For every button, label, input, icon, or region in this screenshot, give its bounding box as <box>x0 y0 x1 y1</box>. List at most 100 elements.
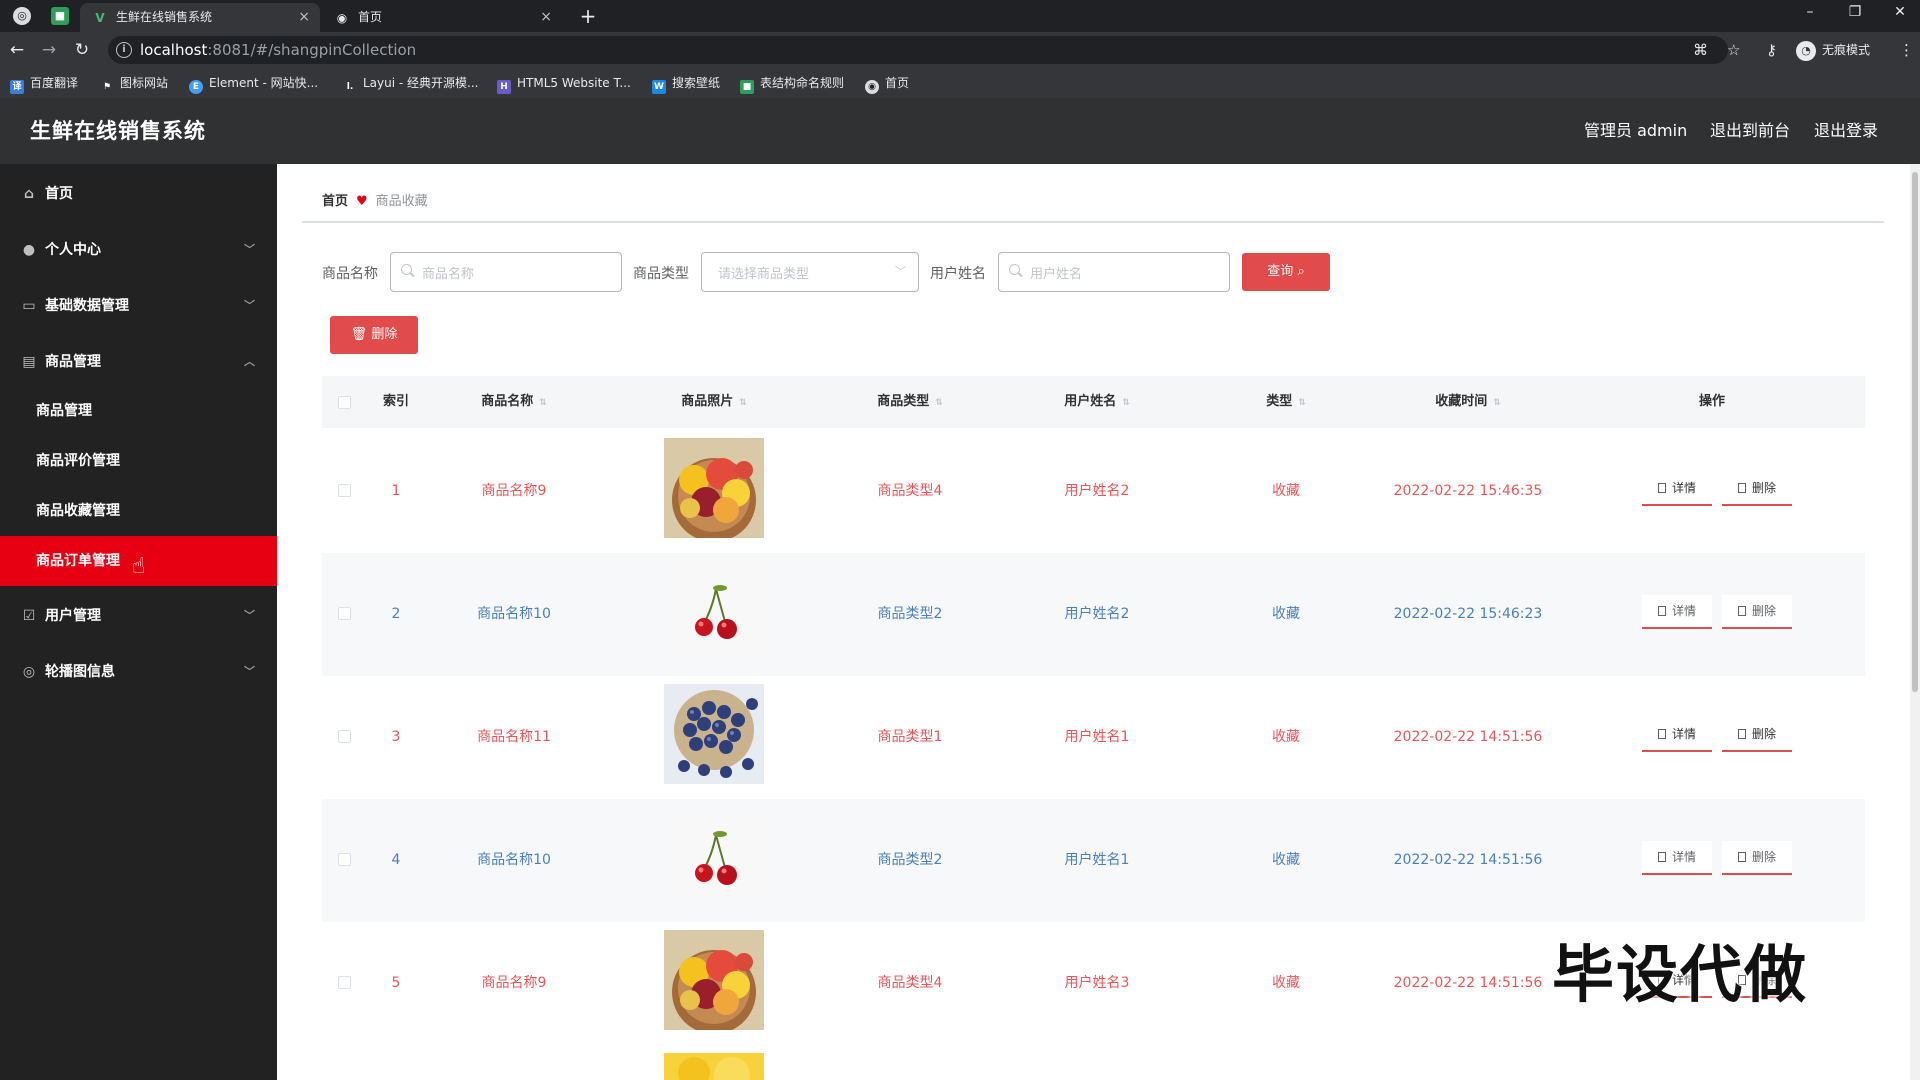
sidebar-item-basic-data[interactable]: ▭ 基础数据管理 ﹀ <box>0 278 277 334</box>
address-bar[interactable]: i localhost:8081/#/shangpinCollection <box>108 36 1728 64</box>
col-label: 商品照片 <box>681 394 734 409</box>
detail-button[interactable]: 详情 <box>1642 841 1712 875</box>
table-row: 3 商品名称11 商品类型1 用户姓名1 收藏 2022-02-22 14:51:56 详情… <box>322 676 1865 799</box>
col-type[interactable]: 商品类型 ⇅ <box>877 376 943 429</box>
row-checkbox[interactable] <box>338 853 351 866</box>
bookmark-item[interactable]: E Element - 网站快... <box>189 74 318 94</box>
bookmark-item[interactable]: H HTML5 Website T... <box>497 74 631 94</box>
breadcrumb-home[interactable]: 首页 <box>322 194 348 209</box>
site-info-icon[interactable]: i <box>116 42 132 58</box>
sidebar-item-goods[interactable]: ▤ 商品管理 ︿ <box>0 334 277 390</box>
sidebar-sub-goods-manage[interactable]: 商品管理 <box>0 386 277 436</box>
browser-tab-strip: ◎ ■ V 生鲜在线销售系统 × ◉ 首页 × + – ❐ ✕ <box>0 0 1920 32</box>
bookmark-item[interactable]: W 搜索壁纸 <box>652 74 720 94</box>
close-icon[interactable]: × <box>540 3 552 32</box>
delete-button-label: 删除 <box>371 327 398 342</box>
row-delete-button[interactable]: 删除 <box>1722 472 1792 506</box>
user-search-input[interactable]: 用户姓名 <box>998 252 1230 292</box>
url-text: localhost:8081/#/shangpinCollection <box>140 41 416 59</box>
cell-time: 2022-02-22 14:51:56 <box>1393 729 1543 745</box>
restore-icon[interactable]: ❐ <box>1843 4 1867 20</box>
batch-delete-button[interactable]: 🗑 删除 <box>330 316 418 354</box>
row-delete-button[interactable]: 删除 <box>1722 718 1792 752</box>
col-user[interactable]: 用户姓名 ⇅ <box>1064 376 1130 429</box>
reload-icon[interactable]: ↻ <box>71 39 93 61</box>
col-label: 操作 <box>1698 394 1726 409</box>
table-header: 索引 商品名称 ⇅ 商品照片 ⇅ 商品类型 ⇅ 用户姓名 ⇅ 类型 ⇅ 收藏时间 ⇅ 操作 <box>322 376 1865 428</box>
translate-icon[interactable]: ⌘ <box>1693 40 1708 60</box>
tab-title: 首页 <box>358 10 383 24</box>
more-menu-icon[interactable]: ⋮ <box>1899 40 1914 60</box>
detail-button[interactable]: 详情 <box>1642 472 1712 506</box>
sidebar-item-label: 商品管理 <box>45 354 101 370</box>
sort-icon[interactable]: ⇅ <box>1493 398 1501 408</box>
row-delete-button[interactable]: 删除 <box>1722 841 1792 875</box>
cell-kind: 收藏 <box>1272 729 1300 745</box>
bookmark-item[interactable]: ⚑ 图标网站 <box>100 74 168 92</box>
bookmark-item[interactable]: l. Layui - 经典开源模... <box>343 74 479 92</box>
app-title: 生鲜在线销售系统 <box>30 119 206 143</box>
tab-home[interactable]: ◉ 首页 × <box>322 3 562 32</box>
incognito-indicator[interactable]: ◔ 无痕模式 <box>1796 39 1870 61</box>
cell-time: 2022-02-22 14:51:56 <box>1393 852 1543 868</box>
product-photo <box>664 684 764 784</box>
sidebar-sub-goods-review[interactable]: 商品评价管理 <box>0 436 277 486</box>
sidebar-sub-label: 商品订单管理 <box>36 553 120 569</box>
sort-icon[interactable]: ⇅ <box>539 398 547 408</box>
sidebar-item-users[interactable]: ☑ 用户管理 ﹀ <box>0 588 277 644</box>
minimize-icon[interactable]: – <box>1798 4 1822 20</box>
document-icon <box>1657 852 1666 862</box>
sort-icon[interactable]: ⇅ <box>935 398 943 408</box>
scrollbar[interactable] <box>1910 164 1920 1080</box>
sort-icon[interactable]: ⇅ <box>739 398 747 408</box>
sidebar-item-carousel[interactable]: ◎ 轮播图信息 ﹀ <box>0 644 277 700</box>
cell-name: 商品名称10 <box>477 606 551 622</box>
cell-user: 用户姓名1 <box>1064 729 1130 745</box>
col-name[interactable]: 商品名称 ⇅ <box>481 376 547 429</box>
browser-menu-icon[interactable]: ◎ <box>13 7 31 25</box>
close-icon[interactable]: × <box>298 3 310 32</box>
scrollbar-thumb[interactable] <box>1912 172 1918 692</box>
tab-fresh-sales[interactable]: V 生鲜在线销售系统 × <box>80 3 320 32</box>
sort-icon[interactable]: ⇅ <box>1298 398 1306 408</box>
star-icon[interactable]: ☆ <box>1727 40 1740 60</box>
bookmark-item[interactable]: ◉ 首页 <box>865 74 909 94</box>
row-checkbox[interactable] <box>338 607 351 620</box>
select-all-checkbox[interactable] <box>338 396 351 409</box>
cell-kind: 收藏 <box>1272 606 1300 622</box>
pinned-tab-icon[interactable]: ■ <box>51 7 69 25</box>
sort-icon[interactable]: ⇅ <box>1122 398 1130 408</box>
key-icon[interactable]: ⚷ <box>1766 40 1777 60</box>
col-photo[interactable]: 商品照片 ⇅ <box>681 376 747 429</box>
query-button[interactable]: 查询 ⌕ <box>1242 253 1330 291</box>
col-time[interactable]: 收藏时间 ⇅ <box>1435 376 1501 429</box>
logout-link[interactable]: 退出登录 <box>1814 98 1878 164</box>
type-select[interactable]: 请选择商品类型 ﹀ <box>701 252 919 292</box>
name-search-input[interactable]: 商品名称 <box>390 252 622 292</box>
table-row: 4 商品名称10 商品类型2 用户姓名1 收藏 2022-02-22 14:51:56 详情… <box>322 799 1865 922</box>
row-checkbox[interactable] <box>338 730 351 743</box>
sidebar-item-home[interactable]: ⌂ 首页 <box>0 166 277 222</box>
detail-button[interactable]: 详情 <box>1642 595 1712 629</box>
bookmark-item[interactable]: ■ 表结构命名规则 <box>740 74 844 94</box>
cell-type: 商品类型1 <box>877 729 943 745</box>
breadcrumb: 首页 ♥ 商品收藏 <box>322 190 428 209</box>
trash-icon <box>1737 606 1746 616</box>
sidebar-sub-goods-collection[interactable]: 商品收藏管理 <box>0 486 277 536</box>
col-kind[interactable]: 类型 ⇅ <box>1266 376 1306 429</box>
new-tab-icon[interactable]: + <box>576 3 600 29</box>
row-checkbox[interactable] <box>338 484 351 497</box>
users-icon: ☑ <box>22 608 36 624</box>
url-path: :8081/#/shangpinCollection <box>207 41 417 59</box>
forward-icon[interactable]: → <box>38 39 60 61</box>
detail-button[interactable]: 详情 <box>1642 718 1712 752</box>
back-icon[interactable]: ← <box>6 39 28 61</box>
cell-kind: 收藏 <box>1272 852 1300 868</box>
sidebar-item-personal[interactable]: ● 个人中心 ﹀ <box>0 222 277 278</box>
element-logo-icon: E <box>189 80 203 94</box>
window-close-icon[interactable]: ✕ <box>1888 4 1912 20</box>
bookmark-item[interactable]: 译百度翻译 <box>10 74 78 94</box>
row-delete-button[interactable]: 删除 <box>1722 595 1792 629</box>
to-front-link[interactable]: 退出到前台 <box>1710 98 1790 164</box>
row-checkbox[interactable] <box>338 976 351 989</box>
